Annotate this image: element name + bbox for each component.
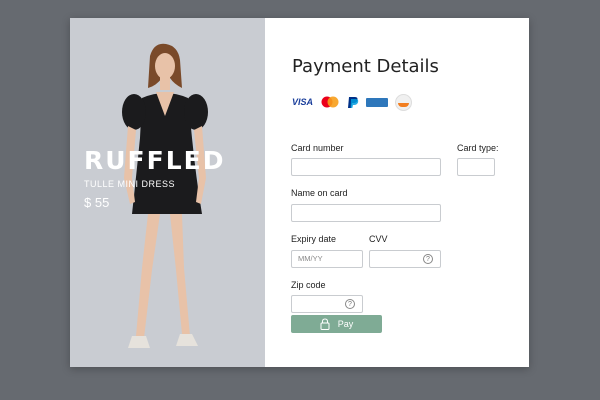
product-panel: RUFFLED TULLE MINI DRESS $ 55 [70,18,265,367]
product-title: RUFFLED [84,146,226,175]
card-type-label: Card type: [457,143,499,153]
pay-button-label: Pay [337,319,354,329]
zip-help-icon[interactable]: ? [345,299,355,309]
payment-form: Payment Details VISA Card number Card ty… [265,18,529,367]
product-subtitle: TULLE MINI DRESS [84,179,176,189]
discover-icon [395,93,413,111]
pay-button[interactable]: Pay [291,315,382,333]
paypal-icon [347,96,359,108]
visa-icon: VISA [292,97,314,107]
cvv-input[interactable]: ? [369,250,441,268]
zip-code-label: Zip code [291,280,326,290]
expiry-date-input[interactable]: MM/YY [291,250,363,268]
expiry-date-label: Expiry date [291,234,337,244]
product-price: $ 55 [84,195,110,210]
zip-code-input[interactable]: ? [291,295,363,313]
payment-title: Payment Details [292,56,439,77]
american-express-icon [366,96,389,108]
mastercard-icon [320,96,340,108]
cvv-label: CVV [369,234,388,244]
name-on-card-label: Name on card [291,188,348,198]
product-model-image [122,43,208,348]
card-logos: VISA [292,93,413,111]
card-number-label: Card number [291,143,344,153]
cvv-help-icon[interactable]: ? [423,254,433,264]
checkout-card: RUFFLED TULLE MINI DRESS $ 55 Payment De… [70,18,529,367]
lock-icon [320,318,330,330]
card-number-input[interactable] [291,158,441,176]
card-type-input[interactable] [457,158,495,176]
name-on-card-input[interactable] [291,204,441,222]
